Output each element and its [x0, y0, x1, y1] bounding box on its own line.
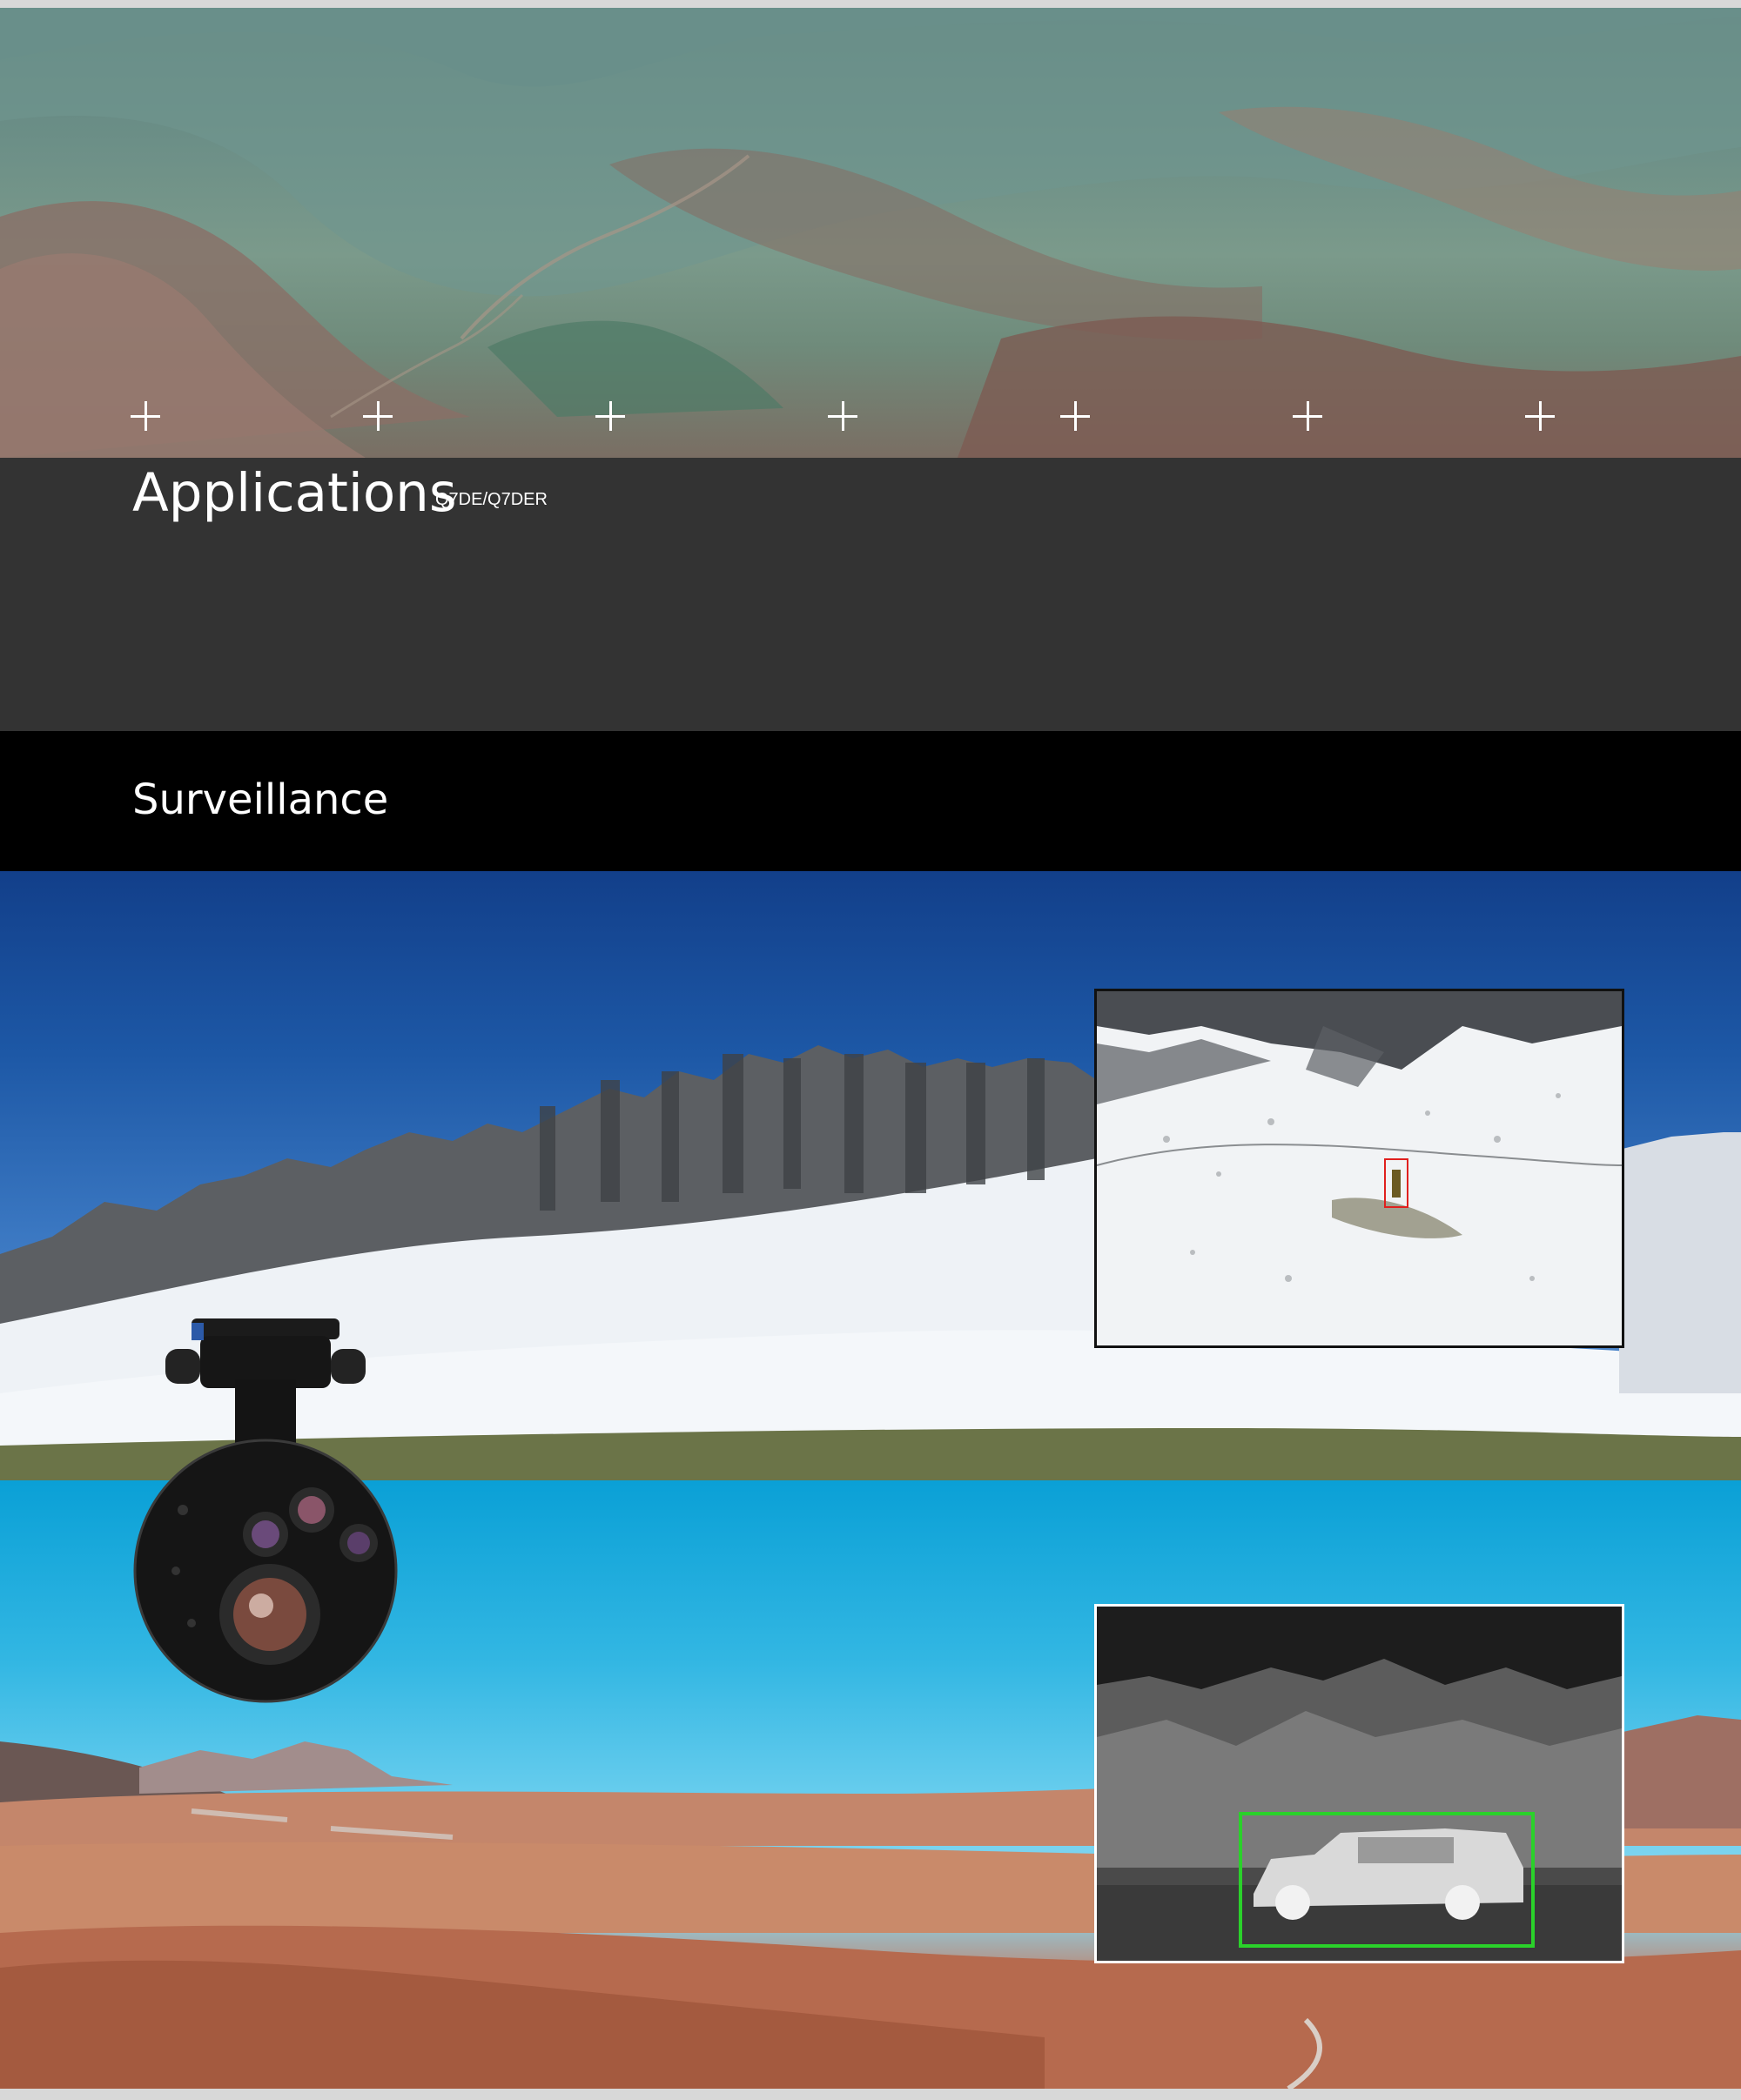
vehicle-detection-box — [1239, 1812, 1535, 1948]
page: Applications Q7DE/Q7DER Surveillance — [0, 0, 1741, 2100]
bottom-border — [0, 2089, 1741, 2100]
hero-mountain-image — [0, 8, 1741, 458]
plus-icon — [1525, 401, 1555, 431]
plus-icon — [828, 401, 857, 431]
applications-model-label: Q7DE/Q7DER — [435, 490, 548, 509]
applications-title: Applications — [132, 462, 457, 524]
zoom-camera-view-art — [1097, 991, 1622, 1345]
top-border — [0, 0, 1741, 8]
plus-icon — [1293, 401, 1322, 431]
plus-icon — [363, 401, 393, 431]
plus-icon — [131, 401, 160, 431]
gimbal-camera-icon — [133, 1318, 398, 1703]
thermal-camera-preview — [1094, 1604, 1624, 1963]
person-detection-box — [1384, 1158, 1408, 1208]
zoom-camera-preview — [1094, 989, 1624, 1348]
plus-icon — [595, 401, 625, 431]
plus-icon — [1060, 401, 1090, 431]
hero-landscape-art — [0, 8, 1741, 458]
surveillance-title: Surveillance — [132, 775, 389, 824]
